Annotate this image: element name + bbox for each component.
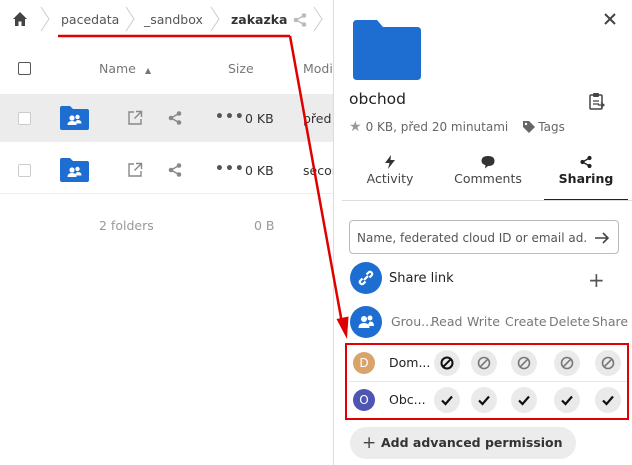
file-row[interactable]: ••• 0 KB před	[0, 94, 333, 142]
row-checkbox[interactable]	[18, 164, 31, 177]
tags-button[interactable]: Tags	[522, 120, 565, 134]
perm-header-read: Read	[431, 314, 463, 329]
perm-header-share: Share	[592, 314, 629, 329]
add-rule-label: Add advanced permission rule	[381, 435, 563, 450]
share-icon[interactable]	[167, 162, 183, 178]
deny-icon	[477, 356, 491, 370]
breadcrumb-separator	[210, 6, 220, 32]
perm-toggle-read[interactable]	[434, 387, 460, 413]
column-modified-header[interactable]: Modi	[303, 61, 333, 76]
folder-icon	[353, 20, 421, 80]
external-link-icon[interactable]	[127, 110, 143, 126]
file-modified: před	[303, 111, 332, 126]
share-icon[interactable]	[167, 110, 183, 126]
folder-count: 2 folders	[99, 218, 154, 233]
rule-group-name: Dom...	[389, 355, 431, 370]
share-link-label[interactable]: Share link	[389, 271, 454, 286]
arrow-right-icon[interactable]	[594, 230, 610, 246]
file-modified: secon	[303, 163, 333, 178]
group-icon	[350, 306, 382, 338]
share-icon	[580, 155, 592, 169]
home-icon[interactable]	[12, 11, 28, 27]
group-folder-icon	[60, 158, 89, 182]
external-link-icon[interactable]	[127, 162, 143, 178]
breadcrumb-separator	[40, 6, 50, 32]
share-search-input[interactable]	[357, 229, 587, 247]
file-list-header: Name ▲ Size Modi	[0, 50, 333, 86]
check-icon	[478, 395, 490, 406]
file-row[interactable]: ••• 0 KB secon	[0, 146, 333, 194]
perm-toggle-write[interactable]	[471, 350, 497, 376]
perm-header-write: Write	[467, 314, 501, 329]
share-search-field[interactable]	[349, 220, 619, 254]
perm-toggle-write[interactable]	[471, 387, 497, 413]
link-icon	[350, 262, 382, 294]
perm-header-group: Grou...	[391, 314, 434, 329]
forbidden-icon	[440, 356, 454, 370]
avatar: D	[353, 352, 375, 374]
perm-header-delete: Delete	[549, 314, 591, 329]
select-all-checkbox[interactable]	[18, 62, 31, 75]
breadcrumb-item-zakazka[interactable]: zakazka	[231, 12, 287, 27]
tags-label: Tags	[538, 120, 565, 134]
file-size: 0 KB	[245, 111, 274, 126]
check-icon	[561, 395, 573, 406]
column-size-header[interactable]: Size	[228, 61, 254, 76]
perm-toggle-share[interactable]	[595, 350, 621, 376]
star-icon[interactable]: ★	[349, 119, 362, 135]
permission-rule-row: O Obc...	[349, 382, 627, 420]
more-actions-icon[interactable]: •••	[215, 109, 245, 125]
perm-toggle-create[interactable]	[511, 387, 537, 413]
rule-group-name: Obc...	[389, 392, 426, 407]
file-size: 0 KB	[245, 163, 274, 178]
tab-comments-label: Comments	[454, 171, 522, 186]
clipboard-icon[interactable]	[589, 92, 605, 110]
deny-icon	[560, 356, 574, 370]
add-permission-rule-button[interactable]: + Add advanced permission rule	[350, 427, 576, 459]
tag-icon	[523, 121, 536, 133]
perm-header-create: Create	[505, 314, 547, 329]
breadcrumb-separator	[125, 6, 135, 32]
avatar: O	[353, 389, 375, 411]
item-size-time: 0 KB, před 20 minutami	[365, 120, 509, 134]
tab-sharing[interactable]: Sharing	[544, 155, 628, 201]
share-icon[interactable]	[292, 12, 308, 28]
tab-divider	[342, 200, 632, 201]
plus-icon: +	[362, 433, 377, 453]
breadcrumb-separator	[313, 6, 323, 32]
breadcrumb-item-sandbox[interactable]: _sandbox	[144, 12, 203, 27]
perm-toggle-create[interactable]	[511, 350, 537, 376]
tab-comments[interactable]: Comments	[446, 155, 530, 201]
close-icon[interactable]	[602, 11, 618, 27]
check-icon	[602, 395, 614, 406]
tab-activity-label: Activity	[366, 171, 414, 186]
permission-rule-row: D Dom...	[349, 345, 627, 383]
deny-icon	[601, 356, 615, 370]
check-icon	[518, 395, 530, 406]
check-icon	[441, 395, 453, 406]
comment-icon	[481, 156, 495, 169]
lightning-icon	[385, 155, 395, 169]
group-folder-icon	[60, 106, 89, 130]
perm-toggle-delete[interactable]	[554, 387, 580, 413]
sort-ascending-icon: ▲	[145, 66, 152, 75]
perm-toggle-delete[interactable]	[554, 350, 580, 376]
column-name-header[interactable]: Name	[99, 61, 136, 76]
tab-activity[interactable]: Activity	[348, 155, 432, 201]
breadcrumb: pacedata _sandbox zakazka	[0, 0, 333, 40]
item-meta: ★ 0 KB, před 20 minutami Tags	[349, 119, 565, 135]
total-size: 0 B	[254, 218, 275, 233]
perm-toggle-read[interactable]	[434, 350, 460, 376]
tab-sharing-label: Sharing	[558, 171, 614, 186]
details-sidebar: obchod ★ 0 KB, před 20 minutami Tags Act…	[333, 0, 632, 465]
add-share-link-button[interactable]: +	[588, 268, 605, 292]
deny-icon	[517, 356, 531, 370]
breadcrumb-item-pacedata[interactable]: pacedata	[61, 12, 119, 27]
row-checkbox[interactable]	[18, 112, 31, 125]
more-actions-icon[interactable]: •••	[215, 161, 245, 177]
perm-toggle-share[interactable]	[595, 387, 621, 413]
item-title: obchod	[349, 90, 406, 108]
file-list-pane: pacedata _sandbox zakazka Name ▲ Size Mo…	[0, 0, 333, 465]
